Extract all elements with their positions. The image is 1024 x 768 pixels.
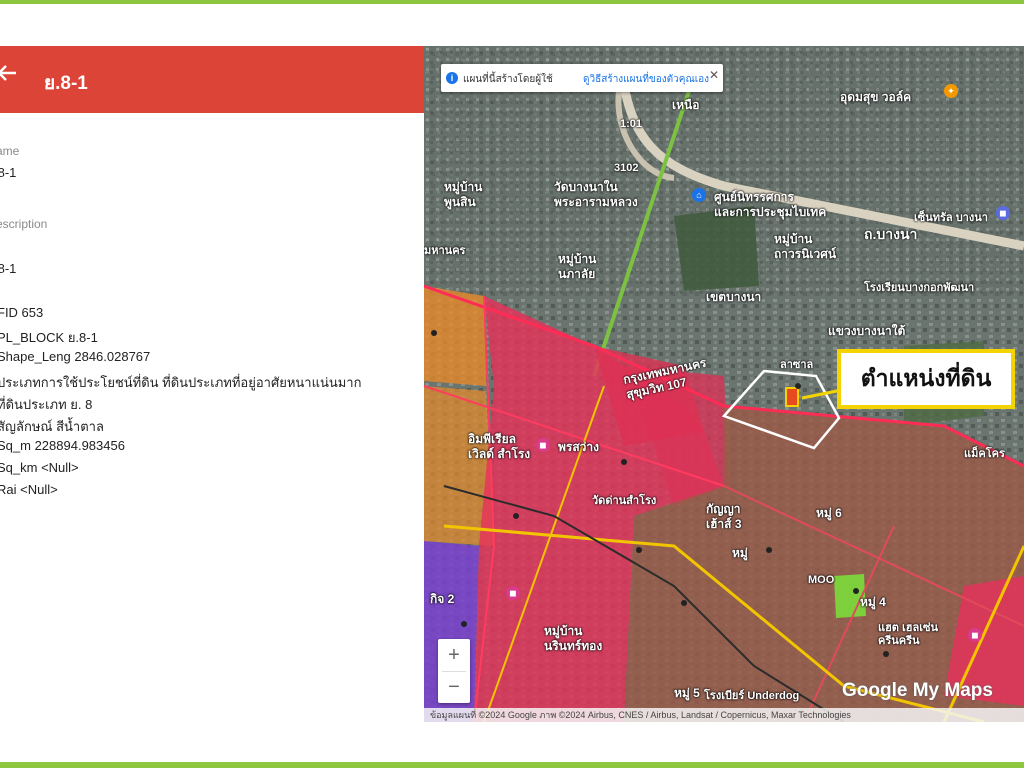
close-icon[interactable]: ✕: [709, 68, 719, 82]
map-label: หมู่บ้าน นรินทร์ทอง: [544, 624, 603, 653]
zoom-in-button[interactable]: +: [438, 639, 470, 671]
shopping-icon[interactable]: ◼: [536, 438, 550, 452]
map-label: หมู่บ้าน พูนสิน: [444, 180, 483, 209]
map-label: โรงเรียนบางกอกพัฒนา: [864, 282, 975, 294]
map-label: 3102: [614, 162, 639, 174]
map-label: วัดบางนาใน พระอารามหลวง: [554, 180, 638, 209]
map-label: เหนือ: [672, 98, 700, 112]
name-label: ame: [0, 144, 20, 158]
shopping-icon[interactable]: ◼: [506, 586, 520, 600]
zone-orange-north: [424, 286, 486, 386]
marker-dot[interactable]: [513, 513, 519, 519]
map-label: ศูนย์นิทรรศการ และการประชุมไบเทค: [714, 190, 827, 219]
map-label: อิมพีเรียล เวิลด์ สำโรง: [468, 432, 531, 461]
map-label: โรงเบียร์ Underdog: [704, 690, 800, 702]
map-label: หมู่ 4: [860, 595, 886, 609]
map-label: 1:01: [620, 118, 643, 130]
attribute-rai: Rai <Null>: [0, 482, 58, 497]
parcel-marker[interactable]: [785, 387, 799, 407]
venue-pin-icon[interactable]: ⌂: [692, 188, 706, 202]
notice-text: แผนที่นี้สร้างโดยผู้ใช้: [463, 74, 553, 85]
panel-header: ย.8-1: [0, 46, 424, 113]
attribute-fid: FID 653: [0, 305, 44, 320]
marker-dot[interactable]: [621, 459, 627, 465]
restaurant-icon[interactable]: ✦: [944, 84, 958, 98]
google-my-maps-logo: Google My Maps: [842, 680, 993, 701]
map-label: วัดด่านสำโรง: [592, 495, 657, 507]
bottom-border: [0, 762, 1024, 768]
map-label: หมู่ 5: [674, 686, 700, 700]
marker-dot[interactable]: [883, 651, 889, 657]
map-label: หมู่: [732, 546, 748, 560]
map-label: มหานคร: [424, 245, 466, 257]
marker-dot[interactable]: [431, 330, 437, 336]
map-label: ลาซาล: [780, 359, 814, 371]
top-border: [0, 0, 1024, 4]
marker-dot[interactable]: [766, 547, 772, 553]
name-value: .8-1: [0, 165, 17, 180]
map-label: แม็คโคร: [964, 448, 1005, 460]
feature-info-panel: ย.8-1 ame .8-1 escription .8-1 FID 653 P…: [0, 46, 424, 722]
map-label: อุดมสุข วอล์ค: [840, 90, 912, 104]
how-to-create-link[interactable]: ดูวิธีสร้างแผนที่ของตัวคุณเอง: [583, 72, 709, 87]
marker-dot[interactable]: [461, 621, 467, 627]
land-location-callout: ตำแหน่งที่ดิน: [837, 349, 1015, 409]
map-label: หมู่บ้าน นภาลัย: [558, 252, 597, 281]
map-label: MOO: [808, 574, 835, 586]
feature-title: ย.8-1: [44, 73, 88, 94]
attribute-land-type: ที่ดินประเภท ย. 8: [0, 397, 93, 412]
attribute-shape-leng: Shape_Leng 2846.028767: [0, 349, 151, 364]
zoom-controls: + −: [438, 639, 470, 703]
marker-dot[interactable]: [636, 547, 642, 553]
description-label: escription: [0, 217, 48, 231]
zoom-out-button[interactable]: −: [438, 671, 470, 703]
shopping-bag-icon[interactable]: ◼: [996, 206, 1010, 220]
attribute-sq-m: Sq_m 228894.983456: [0, 438, 125, 453]
map-view[interactable]: เหนือ 1:01 3102 หมู่บ้าน พูนสิน วัดบางนา…: [424, 46, 1024, 722]
shopping-icon[interactable]: ◼: [968, 628, 982, 642]
marker-dot[interactable]: [795, 383, 801, 389]
marker-dot[interactable]: [853, 588, 859, 594]
map-label: เขตบางนา: [706, 290, 762, 304]
map-label: พรสว่าง: [558, 440, 600, 454]
map-label: หมู่บ้าน ถาวรนิเวศน์: [774, 232, 837, 261]
map-label: หมู่ 6: [816, 506, 842, 520]
attribute-land-use: ประเภทการใช้ประโยชน์ที่ดิน ที่ดินประเภทท…: [0, 375, 362, 390]
map-label: แฮต เฮลเซ่น ครีนครีน: [878, 622, 938, 647]
info-icon: i: [446, 72, 458, 84]
marker-dot[interactable]: [681, 600, 687, 606]
attribute-sq-km: Sq_km <Null>: [0, 460, 79, 475]
map-label: กิจ 2: [430, 592, 455, 606]
map-label: เซ็นทรัล บางนา: [914, 212, 988, 224]
map-label: ถ.บางนา: [864, 226, 918, 242]
attribute-pl-block: PL_BLOCK ย.8-1: [0, 330, 98, 345]
map-label: กัญญา เฮ้าส์ 3: [706, 502, 742, 531]
map-copyright: ข้อมูลแผนที่ ©2024 Google ภาพ ©2024 Airb…: [424, 708, 1024, 722]
attribute-symbol: สัญลักษณ์ สีน้ำตาล: [0, 419, 104, 434]
user-created-map-notice: i แผนที่นี้สร้างโดยผู้ใช้ ดูวิธีสร้างแผน…: [441, 64, 723, 92]
map-label: แขวงบางนาใต้: [828, 324, 906, 338]
description-value: .8-1: [0, 261, 17, 276]
back-arrow-icon[interactable]: [0, 62, 20, 92]
